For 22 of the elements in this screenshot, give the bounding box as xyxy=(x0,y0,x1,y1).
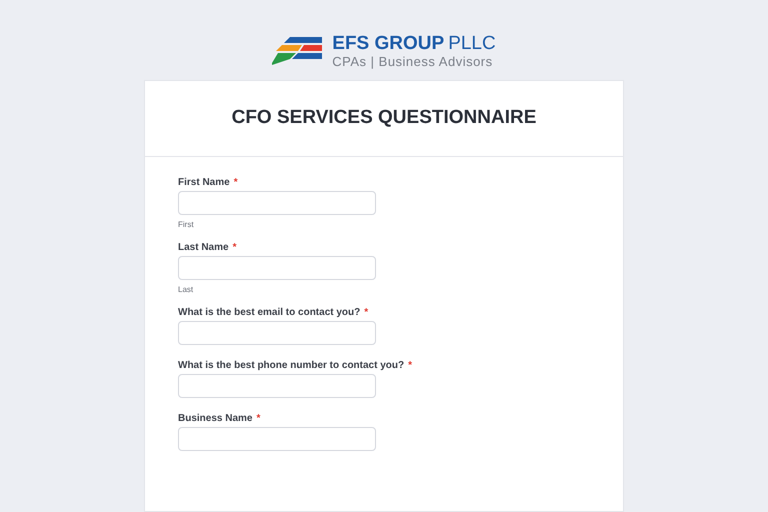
field-label: Business Name xyxy=(178,412,252,426)
form-title: CFO SERVICES QUESTIONNAIRE xyxy=(232,106,536,130)
text-field[interactable] xyxy=(178,191,376,215)
required-mark: * xyxy=(364,306,368,320)
text-field[interactable] xyxy=(178,427,376,451)
text-field[interactable] xyxy=(178,374,376,398)
logo-icon xyxy=(272,36,324,64)
field-label: What is the best email to contact you? xyxy=(178,306,360,320)
company-suffix: PLLC xyxy=(448,34,496,52)
field-sublabel: Last xyxy=(178,284,194,296)
field-sublabel: First xyxy=(178,219,195,231)
text-field[interactable] xyxy=(178,256,376,280)
company-name: EFS GROUP xyxy=(332,34,444,52)
company-tagline: CPAs | Business Advisors xyxy=(332,54,494,68)
text-field[interactable] xyxy=(178,321,376,345)
required-mark: * xyxy=(256,412,260,426)
required-mark: * xyxy=(408,358,412,372)
field-label: First Name xyxy=(178,176,230,190)
required-mark: * xyxy=(232,240,236,254)
field-label: Last Name xyxy=(178,240,229,254)
field-label: What is the best phone number to contact you? xyxy=(178,358,404,372)
required-mark: * xyxy=(234,176,238,190)
